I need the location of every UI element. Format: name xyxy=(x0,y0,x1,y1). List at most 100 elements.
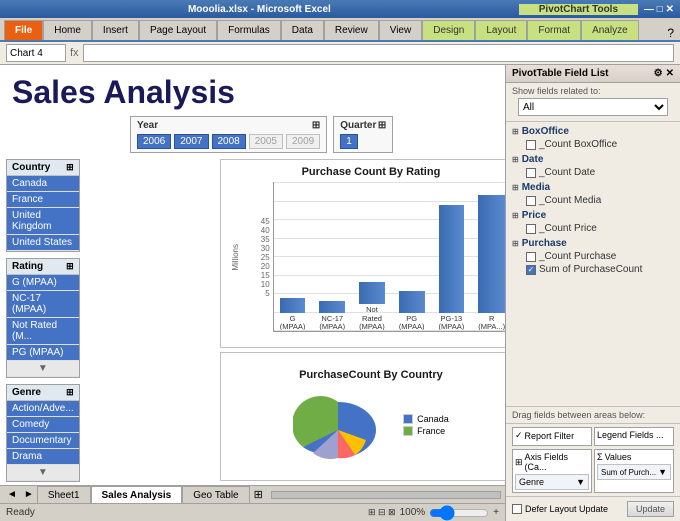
quarter-filter-icon[interactable]: ⊞ xyxy=(378,120,386,131)
tab-design[interactable]: Design xyxy=(422,20,475,40)
slicer-item-g[interactable]: G (MPAA) xyxy=(7,275,79,291)
sheet-nav: ◄ ► xyxy=(0,489,37,500)
pivot-field-count-purchase[interactable]: _Count Purchase xyxy=(512,250,674,263)
pivot-field-price-header[interactable]: ⊞ Price xyxy=(512,209,674,222)
pivot-close-icon[interactable]: ✕ xyxy=(666,68,674,79)
values-content[interactable]: Sum of Purch... ▼ xyxy=(597,464,671,480)
horizontal-scrollbar[interactable] xyxy=(271,491,501,499)
pivot-field-count-date[interactable]: _Count Date xyxy=(512,166,674,179)
rating-slicer-items: G (MPAA) NC-17 (MPAA) Not Rated (M... PG… xyxy=(7,275,79,377)
year-2005[interactable]: 2005 xyxy=(249,134,283,149)
quarter-1[interactable]: 1 xyxy=(340,134,358,149)
slicer-item-comedy[interactable]: Comedy xyxy=(7,417,79,433)
quarter-filter-items: 1 xyxy=(340,134,386,149)
zoom-plus[interactable]: + xyxy=(493,507,499,518)
pivot-field-purchase-header[interactable]: ⊞ Purchase xyxy=(512,237,674,250)
values-dropdown[interactable]: ▼ xyxy=(658,467,667,477)
slicer-item-nc17[interactable]: NC-17 (MPAA) xyxy=(7,291,79,318)
pivot-field-date-header[interactable]: ⊞ Date xyxy=(512,153,674,166)
slicer-genre-scrollbar[interactable]: ▼ xyxy=(7,465,79,481)
slicer-item-notrated[interactable]: Not Rated (M... xyxy=(7,318,79,345)
checkbox-count-date[interactable] xyxy=(526,168,536,178)
pivot-area-legend-fields: Legend Fields ... xyxy=(594,427,674,446)
sheet-tab-add[interactable]: ⊞ xyxy=(250,488,267,501)
slicer-item-documentary[interactable]: Documentary xyxy=(7,433,79,449)
pivot-field-sum-purchasecount[interactable]: ✓ Sum of PurchaseCount xyxy=(512,263,674,276)
year-2006[interactable]: 2006 xyxy=(137,134,171,149)
sheet-nav-left[interactable]: ◄ xyxy=(4,489,20,500)
tab-formulas[interactable]: Formulas xyxy=(217,20,281,40)
pie-chart-body: Canada France xyxy=(293,385,449,465)
defer-layout-update[interactable]: Defer Layout Update xyxy=(512,504,608,514)
axis-fields-icon: ⊞ xyxy=(515,457,523,468)
pivot-field-count-media[interactable]: _Count Media xyxy=(512,194,674,207)
sheet-tab-sales-analysis[interactable]: Sales Analysis xyxy=(91,486,183,504)
axis-fields-dropdown[interactable]: ▼ xyxy=(576,477,585,487)
rating-slicer-icon[interactable]: ⊞ xyxy=(66,261,74,272)
pie-chart: PurchaseCount By Country xyxy=(220,352,505,481)
slicer-item-uk[interactable]: United Kingdom xyxy=(7,208,79,235)
defer-checkbox-box[interactable] xyxy=(512,504,522,514)
pivot-field-count-price[interactable]: _Count Price xyxy=(512,222,674,235)
tab-data[interactable]: Data xyxy=(281,20,324,40)
chart-name-input[interactable] xyxy=(6,44,66,62)
genre-slicer-icon[interactable]: ⊞ xyxy=(66,387,74,398)
tab-page-layout[interactable]: Page Layout xyxy=(139,20,217,40)
year-2008[interactable]: 2008 xyxy=(212,134,246,149)
slicer-item-canada[interactable]: Canada xyxy=(7,176,79,192)
tab-analyze[interactable]: Analyze xyxy=(581,20,639,40)
pivot-tools-label: PivotChart Tools xyxy=(519,4,638,15)
checkbox-count-purchase[interactable] xyxy=(526,252,536,262)
checkbox-count-boxoffice[interactable] xyxy=(526,140,536,150)
checkbox-count-media[interactable] xyxy=(526,196,536,206)
slicer-item-france[interactable]: France xyxy=(7,192,79,208)
year-filter-icon[interactable]: ⊞ xyxy=(312,120,320,131)
country-slicer-header: Country ⊞ xyxy=(7,160,79,176)
checkbox-sum-purchasecount[interactable]: ✓ xyxy=(526,265,536,275)
tab-view[interactable]: View xyxy=(379,20,423,40)
tab-layout[interactable]: Layout xyxy=(475,20,527,40)
pivot-panel-header: PivotTable Field List ⚙ ✕ xyxy=(506,65,680,83)
pivot-field-count-boxoffice[interactable]: _Count BoxOffice xyxy=(512,138,674,151)
legend-france-color xyxy=(403,426,413,436)
help-icon[interactable]: ? xyxy=(661,26,680,40)
tab-home[interactable]: Home xyxy=(43,20,92,40)
slicer-item-pg[interactable]: PG (MPAA) xyxy=(7,345,79,361)
country-slicer-icon[interactable]: ⊞ xyxy=(66,162,74,173)
sheet-tab-sheet1[interactable]: Sheet1 xyxy=(37,486,91,504)
zoom-slider[interactable] xyxy=(429,507,489,519)
country-slicer-items: Canada France United Kingdom United Stat… xyxy=(7,176,79,251)
pivot-settings-icon[interactable]: ⚙ xyxy=(654,68,663,79)
tab-format[interactable]: Format xyxy=(527,20,581,40)
expand-media: ⊞ xyxy=(512,183,519,192)
year-2007[interactable]: 2007 xyxy=(174,134,208,149)
zoom-level: 100% xyxy=(400,507,426,518)
pivot-area-values-header: Σ Values xyxy=(597,452,671,462)
pivot-areas-row1: ✓ Report Filter Legend Fields ... xyxy=(506,424,680,449)
window-controls[interactable]: — □ ✕ xyxy=(638,4,680,15)
content-row: Country ⊞ Canada France United Kingdom U… xyxy=(0,155,505,485)
sheet-tab-geo-table[interactable]: Geo Table xyxy=(182,486,249,504)
pivot-dropdown[interactable]: All xyxy=(518,98,668,116)
pivot-area-values: Σ Values Sum of Purch... ▼ xyxy=(594,449,674,493)
slicer-item-action[interactable]: Action/Adve... xyxy=(7,401,79,417)
formula-bar[interactable] xyxy=(83,44,674,62)
status-icons[interactable]: ⊞ ⊟ ⊠ xyxy=(368,507,396,518)
tab-insert[interactable]: Insert xyxy=(92,20,139,40)
pivot-field-media-header[interactable]: ⊞ Media xyxy=(512,181,674,194)
pivot-field-price-label: Price xyxy=(522,210,546,221)
pivot-field-boxoffice-header[interactable]: ⊞ BoxOffice xyxy=(512,125,674,138)
slicer-item-us[interactable]: United States xyxy=(7,235,79,251)
tab-review[interactable]: Review xyxy=(324,20,379,40)
slicer-item-drama[interactable]: Drama xyxy=(7,449,79,465)
checkbox-count-price[interactable] xyxy=(526,224,536,234)
sheet-nav-right[interactable]: ► xyxy=(21,489,37,500)
bar-label-notrated: Not Rated (MPAA) xyxy=(359,306,385,331)
slicer-rating-scrollbar[interactable]: ▼ xyxy=(7,361,79,377)
axis-fields-content[interactable]: Genre ▼ xyxy=(515,474,589,490)
update-button[interactable]: Update xyxy=(627,501,674,517)
tab-file[interactable]: File xyxy=(4,20,43,40)
year-2009[interactable]: 2009 xyxy=(286,134,320,149)
pivot-drag-label: Drag fields between areas below: xyxy=(506,407,680,424)
values-icon: Σ xyxy=(597,452,603,462)
